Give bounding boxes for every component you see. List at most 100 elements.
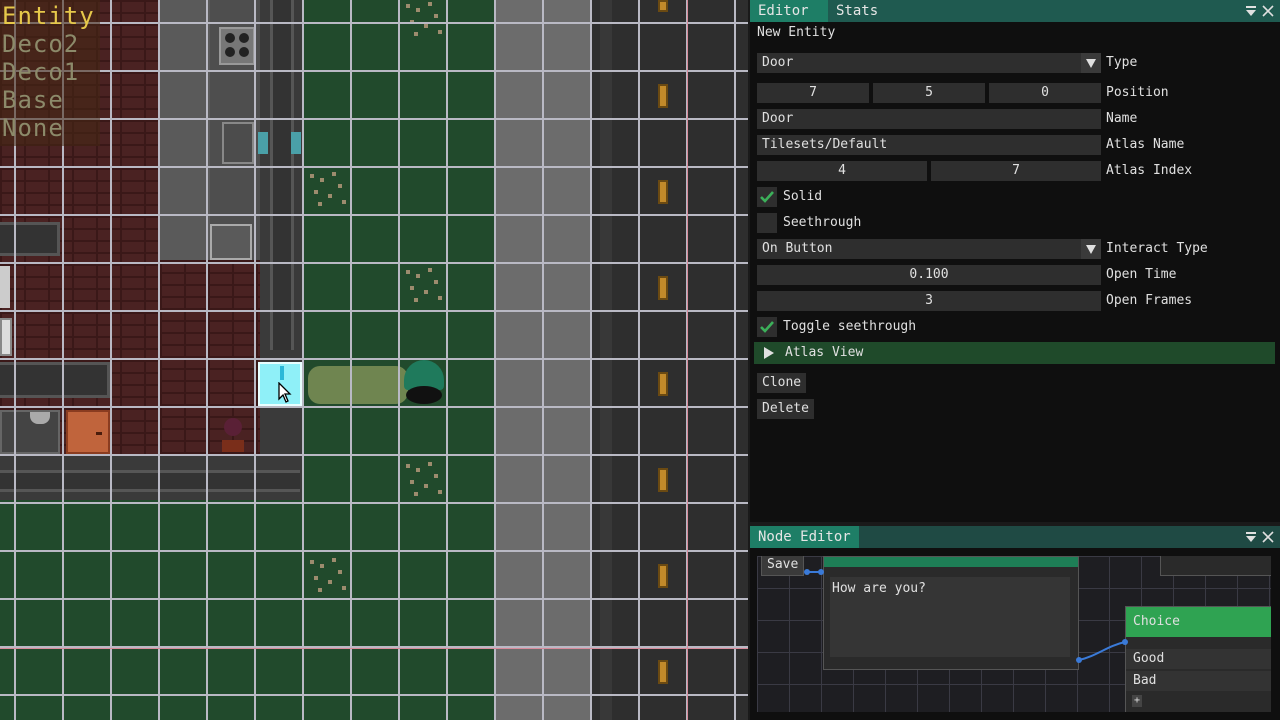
solid-checkbox[interactable] <box>757 187 777 207</box>
tab-stats[interactable]: Stats <box>828 0 886 22</box>
interact-type-select[interactable]: On Button <box>757 239 1101 259</box>
grid-line <box>0 22 748 24</box>
layer-deco1[interactable]: Deco1 <box>2 58 79 86</box>
grass-region <box>304 0 496 720</box>
close-icon[interactable] <box>1261 4 1275 18</box>
flower-decoration <box>414 298 418 302</box>
type-select[interactable]: Door <box>757 53 1101 73</box>
road-marking <box>658 372 668 396</box>
object-edge-2 <box>0 318 12 356</box>
entity-header: New Entity <box>757 25 836 40</box>
interact-type-label: Interact Type <box>1106 241 1208 256</box>
atlas-view-header[interactable]: Atlas View <box>754 342 1275 364</box>
open-time-input[interactable]: 0.100 <box>757 265 1101 285</box>
road-curb <box>600 0 612 720</box>
flower-decoration <box>314 576 318 580</box>
flower-decoration <box>434 474 438 478</box>
grid-line <box>0 310 748 312</box>
map-viewport[interactable]: Entity Deco2 Deco1 Base None <box>0 0 748 720</box>
solid-label: Solid <box>783 189 823 204</box>
road-marking <box>658 0 668 12</box>
editor-panel: Editor Stats New Entity Door Type 7 5 0 … <box>750 0 1280 522</box>
flower-decoration <box>314 190 318 194</box>
flower-decoration <box>424 24 428 28</box>
grid-line <box>0 406 748 408</box>
position-z-input[interactable]: 0 <box>989 83 1101 103</box>
position-y-input[interactable]: 5 <box>873 83 985 103</box>
grid-line <box>542 0 544 720</box>
road-marking <box>658 468 668 492</box>
selected-door-entity[interactable] <box>258 362 302 406</box>
stove-object <box>219 27 255 65</box>
flower-decoration <box>428 462 432 466</box>
checkmark-icon <box>760 191 774 203</box>
grid-line <box>206 0 208 720</box>
layer-base[interactable]: Base <box>2 86 64 114</box>
flower-decoration <box>438 490 442 494</box>
wall-inner <box>270 0 294 350</box>
editor-tab-bar: Editor Stats <box>750 0 1280 22</box>
seethrough-checkbox[interactable] <box>757 213 777 233</box>
grass-region-2 <box>0 500 304 720</box>
node-editor-panel: Node Editor Save How are you? Choice Goo… <box>750 526 1280 720</box>
flower-decoration <box>310 174 314 178</box>
object-edge <box>0 266 10 308</box>
delete-button[interactable]: Delete <box>757 399 814 419</box>
potted-plant-object <box>218 414 248 452</box>
grid-line <box>638 0 640 720</box>
interact-type-dropdown-arrow-icon[interactable] <box>1081 239 1101 259</box>
node-editor-title-bar: Node Editor <box>750 526 1280 548</box>
layer-entity[interactable]: Entity <box>2 2 95 30</box>
atlas-index-b-input[interactable]: 7 <box>931 161 1101 181</box>
flower-decoration <box>428 2 432 6</box>
grid-line <box>446 0 448 720</box>
grid-line <box>0 214 748 216</box>
road-marking <box>658 660 668 684</box>
road-marking <box>658 276 668 300</box>
bush-object <box>308 366 408 404</box>
mouse-cursor-icon <box>278 382 292 403</box>
layer-deco2[interactable]: Deco2 <box>2 30 79 58</box>
collapse-menu-icon[interactable] <box>1244 4 1258 18</box>
flower-decoration <box>406 464 410 468</box>
toggle-seethrough-checkbox[interactable] <box>757 317 777 337</box>
flower-decoration <box>438 296 442 300</box>
grid-line <box>0 262 748 264</box>
flower-decoration <box>320 564 324 568</box>
position-label: Position <box>1106 85 1169 100</box>
node-links <box>804 569 1128 663</box>
atlas-name-input[interactable]: Tilesets/Default <box>757 135 1101 155</box>
flower-decoration <box>438 30 442 34</box>
flower-decoration <box>428 268 432 272</box>
road-marking <box>658 84 668 108</box>
tab-editor[interactable]: Editor <box>750 0 828 22</box>
toggle-seethrough-label: Toggle seethrough <box>783 319 917 334</box>
position-x-input[interactable]: 7 <box>757 83 869 103</box>
layer-none[interactable]: None <box>2 114 64 142</box>
collapse-menu-icon[interactable] <box>1244 530 1258 544</box>
flower-decoration <box>342 200 346 204</box>
grid-line <box>350 0 352 720</box>
kitchen-floor-region <box>160 0 210 260</box>
expand-arrow-icon <box>764 347 774 359</box>
atlas-index-a-input[interactable]: 4 <box>757 161 927 181</box>
bounds-line-vertical <box>687 0 688 720</box>
node-canvas[interactable]: Save How are you? Choice Good Bad + <box>757 556 1271 712</box>
clone-button[interactable]: Clone <box>757 373 807 393</box>
flower-decoration <box>406 4 410 8</box>
flower-decoration <box>424 484 428 488</box>
seethrough-label: Seethrough <box>783 215 862 230</box>
atlas-name-label: Atlas Name <box>1106 137 1185 152</box>
close-icon[interactable] <box>1261 530 1275 544</box>
grid-line <box>0 166 748 168</box>
grid-line <box>0 598 748 600</box>
flower-decoration <box>318 202 322 206</box>
type-dropdown-arrow-icon[interactable] <box>1081 53 1101 73</box>
window-object <box>258 132 268 154</box>
layer-list: Entity Deco2 Deco1 Base None <box>0 0 100 146</box>
atlas-index-label: Atlas Index <box>1106 163 1193 178</box>
checkmark-icon <box>760 321 774 333</box>
name-input[interactable]: Door <box>757 109 1101 129</box>
type-label: Type <box>1106 55 1138 70</box>
open-frames-input[interactable]: 3 <box>757 291 1101 311</box>
